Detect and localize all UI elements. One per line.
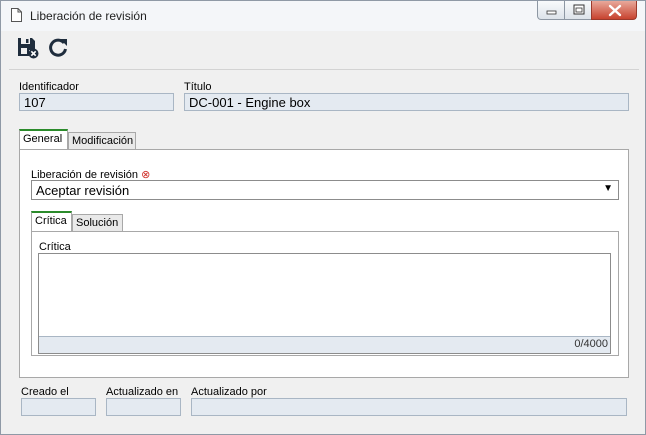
title-label: Título [184,81,212,93]
identifier-field: 107 [19,93,174,111]
close-button[interactable] [591,1,637,20]
refresh-button[interactable] [47,37,69,59]
form-panel: Identificador 107 Título DC-001 - Engine… [9,70,639,430]
tab-modification[interactable]: Modificación [68,132,136,150]
release-select[interactable]: Aceptar revisión ▼ [31,180,619,200]
subtab-critique[interactable]: Crítica [31,211,72,231]
updated-by-label: Actualizado por [191,386,267,398]
critique-tab-panel: Crítica 0/4000 [31,231,619,356]
created-field [21,398,96,416]
refresh-icon [49,38,67,57]
document-icon [11,8,22,22]
identifier-label: Identificador [19,81,79,93]
title-bar: Liberación de revisión [1,1,645,31]
dialog-window: Liberación de revisión Identificador 107… [0,0,646,435]
char-counter-bar: 0/4000 [39,336,610,353]
dropdown-arrow-icon: ▼ [603,183,613,194]
title-field: DC-001 - Engine box [184,93,629,111]
critique-label: Crítica [39,241,71,253]
char-counter: 0/4000 [574,338,608,350]
window-title: Liberación de revisión [30,9,147,23]
minimize-icon [546,10,557,15]
critique-textarea[interactable]: 0/4000 [38,253,611,354]
updated-by-field [191,398,627,416]
updated-label: Actualizado en [106,386,179,398]
created-label: Creado el [21,386,69,398]
save-close-button[interactable] [17,37,39,59]
minimize-button[interactable] [537,1,565,20]
updated-field [106,398,181,416]
save-close-icon [18,38,39,59]
tab-general[interactable]: General [19,129,68,149]
maximize-icon [573,4,585,15]
maximize-button[interactable] [564,1,592,20]
toolbar [9,31,639,70]
close-icon [608,4,622,17]
subtab-solution[interactable]: Solución [72,214,123,232]
release-select-value: Aceptar revisión [36,183,130,198]
general-tab-panel: Liberación de revisión ⊗ Aceptar revisió… [19,149,629,378]
